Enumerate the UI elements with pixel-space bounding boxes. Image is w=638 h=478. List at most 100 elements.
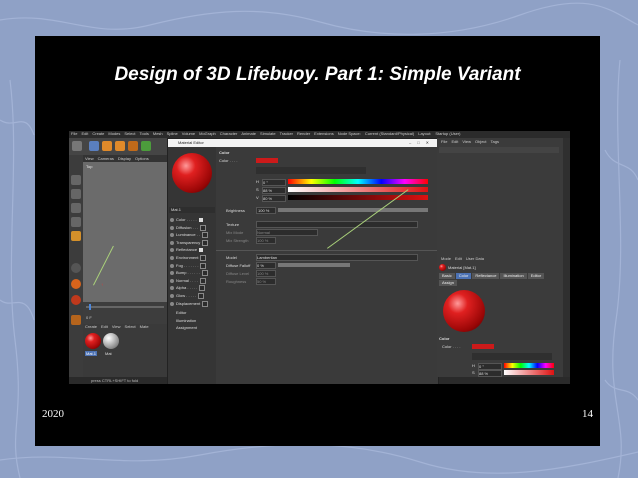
dialog-extra-item[interactable]: Illumination [176,318,196,324]
attribute-tab[interactable]: Color [455,273,472,279]
material-mat1-thumbnail[interactable] [85,333,101,349]
polygons-tool-icon[interactable] [71,231,81,241]
material-menu-item-4[interactable]: Mate [138,324,151,330]
attribute-menu-item-2[interactable]: User Data [464,256,486,261]
material-name-field[interactable]: Mat.1 [169,207,215,213]
attribute-menu-item-0[interactable]: Mode [439,256,453,261]
channel-checkbox[interactable] [200,224,207,231]
channel-item[interactable]: Environment [170,255,207,261]
material-menu-item-2[interactable]: View [110,324,123,330]
menu-item-9[interactable]: MoGraph [197,131,218,138]
checker-tool-icon[interactable] [71,189,81,199]
object-menu-item-3[interactable]: Object [473,139,489,144]
mix-mode-select[interactable]: Normal [256,229,318,236]
attribute-color-swatch[interactable] [472,344,494,349]
menu-item-6[interactable]: Mesh [151,131,165,138]
dialog-extra-item[interactable]: Editor [176,310,186,316]
channel-item[interactable]: Luminance . . [170,232,209,239]
menu-item-15[interactable]: Extensions [312,131,336,138]
channel-item[interactable]: Glow . . . . . [170,293,205,299]
menu-item-18[interactable]: Layout: [416,131,433,138]
viewport-menu-2[interactable]: Display [116,156,133,161]
menu-item-3[interactable]: Modes [106,131,122,138]
channel-checkbox[interactable] [202,232,209,239]
channel-item[interactable]: Color . . . . . [170,217,203,223]
playhead[interactable] [89,304,91,310]
menu-item-2[interactable]: Create [90,131,106,138]
hsv-slider[interactable] [288,195,428,200]
render-icon[interactable] [128,141,138,151]
material-menu-item-1[interactable]: Edit [99,324,110,330]
edges-tool-icon[interactable] [71,217,81,227]
attribute-color-toolbar[interactable] [472,353,552,360]
frame-field[interactable]: 0 F [86,315,92,320]
attribute-tab[interactable]: Basic [439,273,455,279]
channel-item[interactable]: Displacement [170,300,209,307]
diffuse-falloff-field[interactable]: 0 % [256,262,276,269]
material-mat-thumbnail[interactable] [103,333,119,349]
timeline[interactable]: 0 F [83,302,168,324]
snap-icon[interactable] [71,263,81,273]
viewport-menu-1[interactable]: Cameras [96,156,116,161]
dialog-extra-item[interactable]: Assignment [176,325,197,331]
channel-item[interactable]: Normal . . . . [170,277,206,284]
undo-icon[interactable] [72,141,82,151]
menu-item-11[interactable]: Animate [239,131,258,138]
channel-item[interactable]: Diffusion . . . [170,224,207,231]
lock-icon[interactable] [71,295,81,305]
channel-checkbox[interactable] [202,300,209,307]
channel-item[interactable]: Transparency [170,239,209,246]
menu-item-14[interactable]: Render [295,131,312,138]
attribute-tab[interactable]: Illumination [500,273,527,279]
channel-checkbox[interactable] [202,239,209,246]
channel-checkbox[interactable] [201,270,208,277]
object-menu-item-0[interactable]: File [439,139,449,144]
attr-hsv-field[interactable]: 88 % [478,370,502,377]
material-menu-item-0[interactable]: Create [83,324,99,330]
axis-icon[interactable] [141,141,151,151]
scale-icon[interactable] [115,141,125,151]
magnet-icon[interactable] [71,315,81,325]
menu-item-1[interactable]: Edit [79,131,90,138]
channel-checkbox[interactable] [199,285,206,292]
attr-hsv-slider[interactable] [504,363,554,368]
hsv-value-field[interactable]: 80 % [262,195,286,202]
texture-field[interactable] [256,221,418,228]
rotate-icon[interactable] [102,141,112,151]
menu-item-10[interactable]: Character [218,131,240,138]
channel-item[interactable]: Fog . . . . . . . [170,262,207,269]
menu-item-17[interactable]: Current (Standard/Physical) [363,131,416,138]
channel-checkbox[interactable] [199,248,204,253]
attribute-tab[interactable]: Assign [439,280,458,286]
attr-hsv-slider[interactable] [504,370,554,375]
attribute-tab[interactable]: Reflectance [472,273,500,279]
hsv-value-field[interactable]: 88 % [262,187,286,194]
points-tool-icon[interactable] [71,203,81,213]
material-mat-name[interactable]: Mat [105,351,112,356]
hsv-slider[interactable] [288,179,428,184]
model-select[interactable]: Lambertian [256,254,418,261]
diffuse-level-field[interactable]: 100 % [256,270,276,277]
brightness-slider[interactable] [278,208,428,212]
brightness-field[interactable]: 100 % [256,207,276,214]
roughness-field[interactable]: 50 % [256,278,276,285]
hsv-value-field[interactable]: 0 ° [262,179,286,186]
cube-tool-icon[interactable] [71,175,81,185]
menu-item-8[interactable]: Volume [180,131,197,138]
channel-checkbox[interactable] [198,293,205,299]
material-mat1-name[interactable]: Mat.1 [85,351,98,356]
channel-checkbox[interactable] [198,217,203,222]
channel-checkbox[interactable] [200,262,207,269]
move-icon[interactable] [89,141,99,151]
attr-hsv-field[interactable]: 0 ° [478,363,502,370]
menu-item-19[interactable]: Startup (User) [433,131,462,138]
menu-item-13[interactable]: Tracker [278,131,295,138]
attribute-tab[interactable]: Editor [527,273,545,279]
color-swatch[interactable] [256,158,278,163]
menu-item-7[interactable]: Spline [165,131,180,138]
channel-item[interactable]: Alpha . . . . . [170,285,206,292]
menu-item-5[interactable]: Tools [138,131,151,138]
diffuse-falloff-slider[interactable] [278,263,350,267]
channel-item[interactable]: Bump . . . . . . [170,270,208,277]
menu-item-16[interactable]: Node Space: [336,131,363,138]
